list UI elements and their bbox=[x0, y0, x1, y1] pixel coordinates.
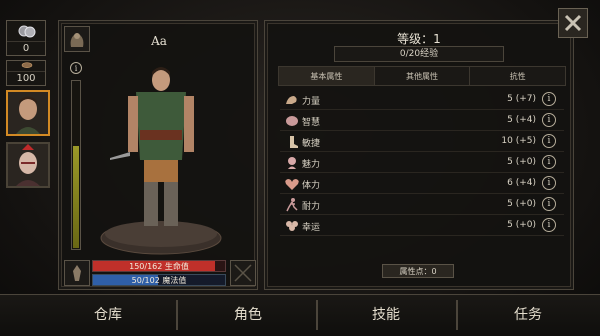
charm-icon bbox=[288, 157, 296, 169]
attribute-points-label: 属性点：0 bbox=[399, 267, 437, 276]
tab-basic-attributes[interactable]: 基本属性 bbox=[279, 67, 375, 85]
silver-resource: 0 bbox=[6, 20, 46, 56]
close-icon bbox=[564, 14, 582, 32]
heart-icon bbox=[285, 179, 299, 190]
copper-count: 100 bbox=[7, 71, 45, 85]
level-label: 等级：1 bbox=[397, 32, 441, 46]
copper-resource: 100 bbox=[6, 60, 46, 86]
close-button[interactable] bbox=[558, 8, 588, 38]
silver-count: 0 bbox=[7, 41, 45, 55]
character-model bbox=[100, 67, 222, 255]
stat-row-wisdom: 智慧 5 (+4) i bbox=[280, 111, 564, 131]
empty-slot[interactable] bbox=[230, 260, 256, 286]
stat-row-agility: 敏捷 10 (+5) i bbox=[280, 132, 564, 152]
info-icon[interactable]: i bbox=[542, 176, 556, 190]
foot-icon bbox=[290, 136, 298, 148]
party-portrait-hero[interactable] bbox=[6, 90, 50, 136]
brain-icon bbox=[286, 116, 298, 126]
character-name: Aa bbox=[151, 34, 167, 48]
stat-row-charisma: 魅力 5 (+0) i bbox=[280, 153, 564, 173]
stat-row-luck: 幸运 5 (+0) i bbox=[280, 216, 564, 236]
tab-other-attributes[interactable]: 其他属性 bbox=[375, 67, 471, 85]
silver-coins-icon bbox=[18, 25, 36, 38]
nav-divider bbox=[176, 300, 178, 330]
info-icon[interactable]: i bbox=[542, 92, 556, 106]
tab-quests[interactable]: 任务 bbox=[464, 294, 592, 336]
stat-row-strength: 力量 5 (+7) i bbox=[280, 90, 564, 110]
clover-icon bbox=[286, 221, 298, 231]
potion-slot[interactable] bbox=[64, 260, 90, 286]
tab-skills[interactable]: 技能 bbox=[322, 294, 450, 336]
nav-divider bbox=[456, 300, 458, 330]
party-portrait-companion[interactable] bbox=[6, 142, 50, 188]
xp-gauge bbox=[71, 80, 81, 250]
info-icon[interactable]: i bbox=[542, 197, 556, 211]
tab-resistances[interactable]: 抗性 bbox=[470, 67, 565, 85]
info-icon[interactable]: i bbox=[542, 134, 556, 148]
info-icon[interactable]: i bbox=[542, 155, 556, 169]
hp-label: 150/162 生命值 bbox=[129, 262, 189, 271]
stat-row-endurance: 耐力 5 (+0) i bbox=[280, 195, 564, 215]
empty-slot-icon bbox=[234, 264, 252, 282]
info-icon[interactable]: i bbox=[542, 218, 556, 232]
nav-divider bbox=[316, 300, 318, 330]
attribute-points-box: 属性点：0 bbox=[382, 264, 454, 278]
stat-tabs: 基本属性 其他属性 抗性 bbox=[278, 66, 566, 86]
companion-portrait-image bbox=[8, 144, 48, 186]
stat-row-vitality: 体力 6 (+4) i bbox=[280, 174, 564, 194]
runner-icon bbox=[286, 198, 298, 212]
muscle-icon bbox=[286, 96, 297, 104]
mp-label: 50/102 魔法值 bbox=[131, 276, 187, 285]
figure-icon bbox=[73, 265, 81, 281]
xp-gauge-fill bbox=[73, 145, 79, 248]
tab-warehouse[interactable]: 仓库 bbox=[44, 294, 172, 336]
tab-character[interactable]: 角色 bbox=[184, 294, 312, 336]
exp-label: 0/20经验 bbox=[399, 49, 439, 59]
mp-bar: 50/102 魔法值 bbox=[92, 274, 226, 286]
hp-bar: 150/162 生命值 bbox=[92, 260, 226, 272]
info-icon[interactable]: i bbox=[542, 113, 556, 127]
info-icon-left[interactable]: i bbox=[70, 62, 82, 74]
hero-portrait-image bbox=[8, 92, 48, 134]
exp-box: 0/20经验 bbox=[334, 46, 504, 62]
